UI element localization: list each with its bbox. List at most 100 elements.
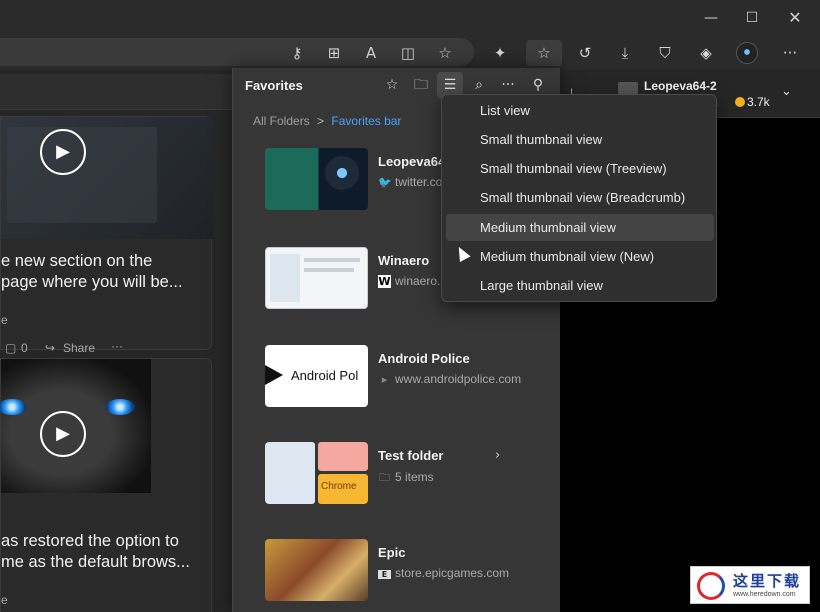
cat-eye-image: [0, 399, 27, 415]
add-favorite-icon[interactable]: ☆: [379, 72, 405, 98]
favorite-name: Winaero: [378, 253, 430, 268]
cat-eye-image: [105, 399, 135, 415]
minimize-icon[interactable]: —: [697, 6, 725, 30]
breadcrumb-separator: >: [317, 114, 325, 128]
card-title-line2[interactable]: page where you will be...: [1, 272, 183, 293]
play-icon[interactable]: ▶: [40, 129, 86, 175]
favorite-url: 🐦 twitter.co: [378, 175, 442, 189]
winaero-icon: W: [378, 275, 391, 288]
menu-item-list-view[interactable]: List view: [446, 97, 714, 124]
user-name[interactable]: Leopeva64-2: [644, 79, 717, 93]
history-icon[interactable]: ↺: [572, 40, 598, 66]
coin-icon: [735, 97, 745, 107]
points-value: 3.7k: [747, 95, 770, 109]
twitter-icon: 🐦: [378, 176, 392, 189]
watermark-url: www.heredown.com: [733, 591, 796, 598]
breadcrumb-root[interactable]: All Folders: [253, 114, 310, 128]
video-thumbnail[interactable]: ▶: [0, 359, 151, 493]
watermark-text: 这里下载: [733, 572, 802, 590]
title-bar: — ☐ ✕: [0, 0, 820, 36]
android-police-logo-icon: [265, 365, 283, 385]
card-title-line2[interactable]: me as the default brows...: [1, 552, 190, 573]
reaction-count: 0: [21, 341, 28, 355]
copilot-icon[interactable]: ◈: [693, 40, 719, 66]
favorite-url: 🗀 5 items: [378, 469, 434, 488]
favorite-thumbnail: [265, 539, 368, 601]
favorite-thumbnail: Android Pol: [265, 345, 368, 407]
share-icon[interactable]: ↪: [45, 341, 55, 355]
browser-toolbar: ⚷ ⊞ A ◫ ☆ ✦ ☆ ↺ ⤓ ⛉ ◈ ···: [0, 36, 820, 70]
menu-item-large-thumbnail[interactable]: Large thumbnail view: [446, 272, 714, 299]
video-thumbnail[interactable]: ▶: [1, 117, 213, 239]
card-title-line1[interactable]: as restored the option to: [1, 531, 179, 552]
favorite-thumbnail: [265, 148, 368, 210]
profile-avatar[interactable]: [736, 42, 758, 64]
favorite-url-text: twitter.co: [395, 175, 443, 189]
favorite-url: Wwinaero.c: [378, 274, 446, 288]
card-source: e: [1, 593, 8, 607]
thumbnail-image: [304, 258, 360, 262]
favorite-item[interactable]: Android Pol Android Police ▸ www.androidp…: [233, 345, 561, 435]
android-police-icon: ▸: [381, 373, 388, 386]
favorite-url: Estore.epicgames.com: [378, 566, 509, 580]
favorite-name: Epic: [378, 545, 406, 560]
split-screen-icon[interactable]: ◫: [395, 40, 421, 66]
watermark-logo-icon: [697, 572, 725, 600]
apps-icon[interactable]: ⊞: [321, 40, 347, 66]
favorite-name: Android Police: [378, 351, 470, 366]
chevron-down-icon[interactable]: ⌄: [781, 84, 792, 99]
folder-icon: 🗀: [379, 471, 390, 484]
thumbnail-image: [318, 442, 368, 471]
menu-item-medium-thumbnail-new[interactable]: Medium thumbnail view (New): [446, 243, 714, 270]
downloads-icon[interactable]: ⤓: [612, 40, 638, 66]
card-source: e: [1, 313, 8, 327]
reaction-icon[interactable]: ▢: [5, 341, 16, 355]
watermark: 这里下载 www.heredown.com: [690, 566, 810, 604]
epic-icon: E: [378, 570, 391, 579]
menu-item-small-thumbnail-treeview[interactable]: Small thumbnail view (Treeview): [446, 155, 714, 182]
thumbnail-image: [304, 268, 354, 272]
add-folder-icon[interactable]: 🗀: [408, 72, 434, 98]
menu-item-medium-thumbnail[interactable]: Medium thumbnail view: [446, 214, 714, 241]
menu-item-small-thumbnail[interactable]: Small thumbnail view: [446, 126, 714, 153]
favorite-url-text: www.androidpolice.com: [395, 372, 522, 386]
maximize-icon[interactable]: ☐: [738, 6, 766, 30]
breadcrumb: All Folders > Favorites bar: [253, 114, 401, 128]
thumbnail-image: Chrome: [318, 474, 368, 504]
extensions-icon[interactable]: ✦: [487, 40, 513, 66]
browser-essentials-icon[interactable]: ⛉: [652, 40, 678, 66]
feed-header-strip: [0, 74, 232, 110]
feed-card[interactable]: ▶ as restored the option to me as the de…: [0, 358, 212, 612]
card-more-button[interactable]: ···: [111, 339, 123, 353]
thumbnail-image: [325, 156, 359, 190]
key-icon[interactable]: ⚷: [284, 40, 310, 66]
favorite-url-text: store.epicgames.com: [395, 566, 510, 580]
favorites-title: Favorites: [245, 78, 303, 93]
favorite-url: ▸ www.androidpolice.com: [378, 372, 521, 386]
favorite-thumbnail: Chrome: [265, 442, 368, 504]
thumbnail-logo-text: Chrome: [321, 481, 357, 492]
favorite-thumbnail: [265, 247, 368, 309]
close-icon[interactable]: ✕: [781, 6, 809, 30]
play-icon[interactable]: ▶: [40, 411, 86, 457]
thumbnail-image: [265, 442, 315, 504]
read-aloud-icon[interactable]: A: [358, 40, 384, 66]
more-icon[interactable]: ···: [777, 40, 803, 66]
chevron-right-icon[interactable]: ›: [495, 448, 500, 463]
favorites-icon[interactable]: ☆: [526, 40, 562, 66]
breadcrumb-current[interactable]: Favorites bar: [331, 114, 401, 128]
favorite-item-folder[interactable]: Chrome Test folder 🗀 5 items ›: [233, 442, 561, 532]
favorite-name: Test folder: [378, 448, 444, 463]
thumbnail-image: [270, 254, 300, 302]
add-favorite-icon[interactable]: ☆: [432, 40, 458, 66]
card-title-line1[interactable]: e new section on the: [1, 251, 152, 272]
favorite-url-text: 5 items: [395, 470, 434, 484]
favorite-name: Leopeva64: [378, 154, 446, 169]
view-options-menu: List view Small thumbnail view Small thu…: [441, 94, 717, 302]
feed-card[interactable]: ▶ e new section on the page where you wi…: [0, 116, 213, 355]
thumbnail-logo-text: Android Pol: [291, 368, 359, 383]
share-label[interactable]: Share: [63, 341, 95, 355]
favorite-url-text: winaero.c: [395, 274, 447, 288]
menu-item-small-thumbnail-breadcrumb[interactable]: Small thumbnail view (Breadcrumb): [446, 184, 714, 211]
favorite-item[interactable]: Epic Estore.epicgames.com: [233, 539, 561, 612]
